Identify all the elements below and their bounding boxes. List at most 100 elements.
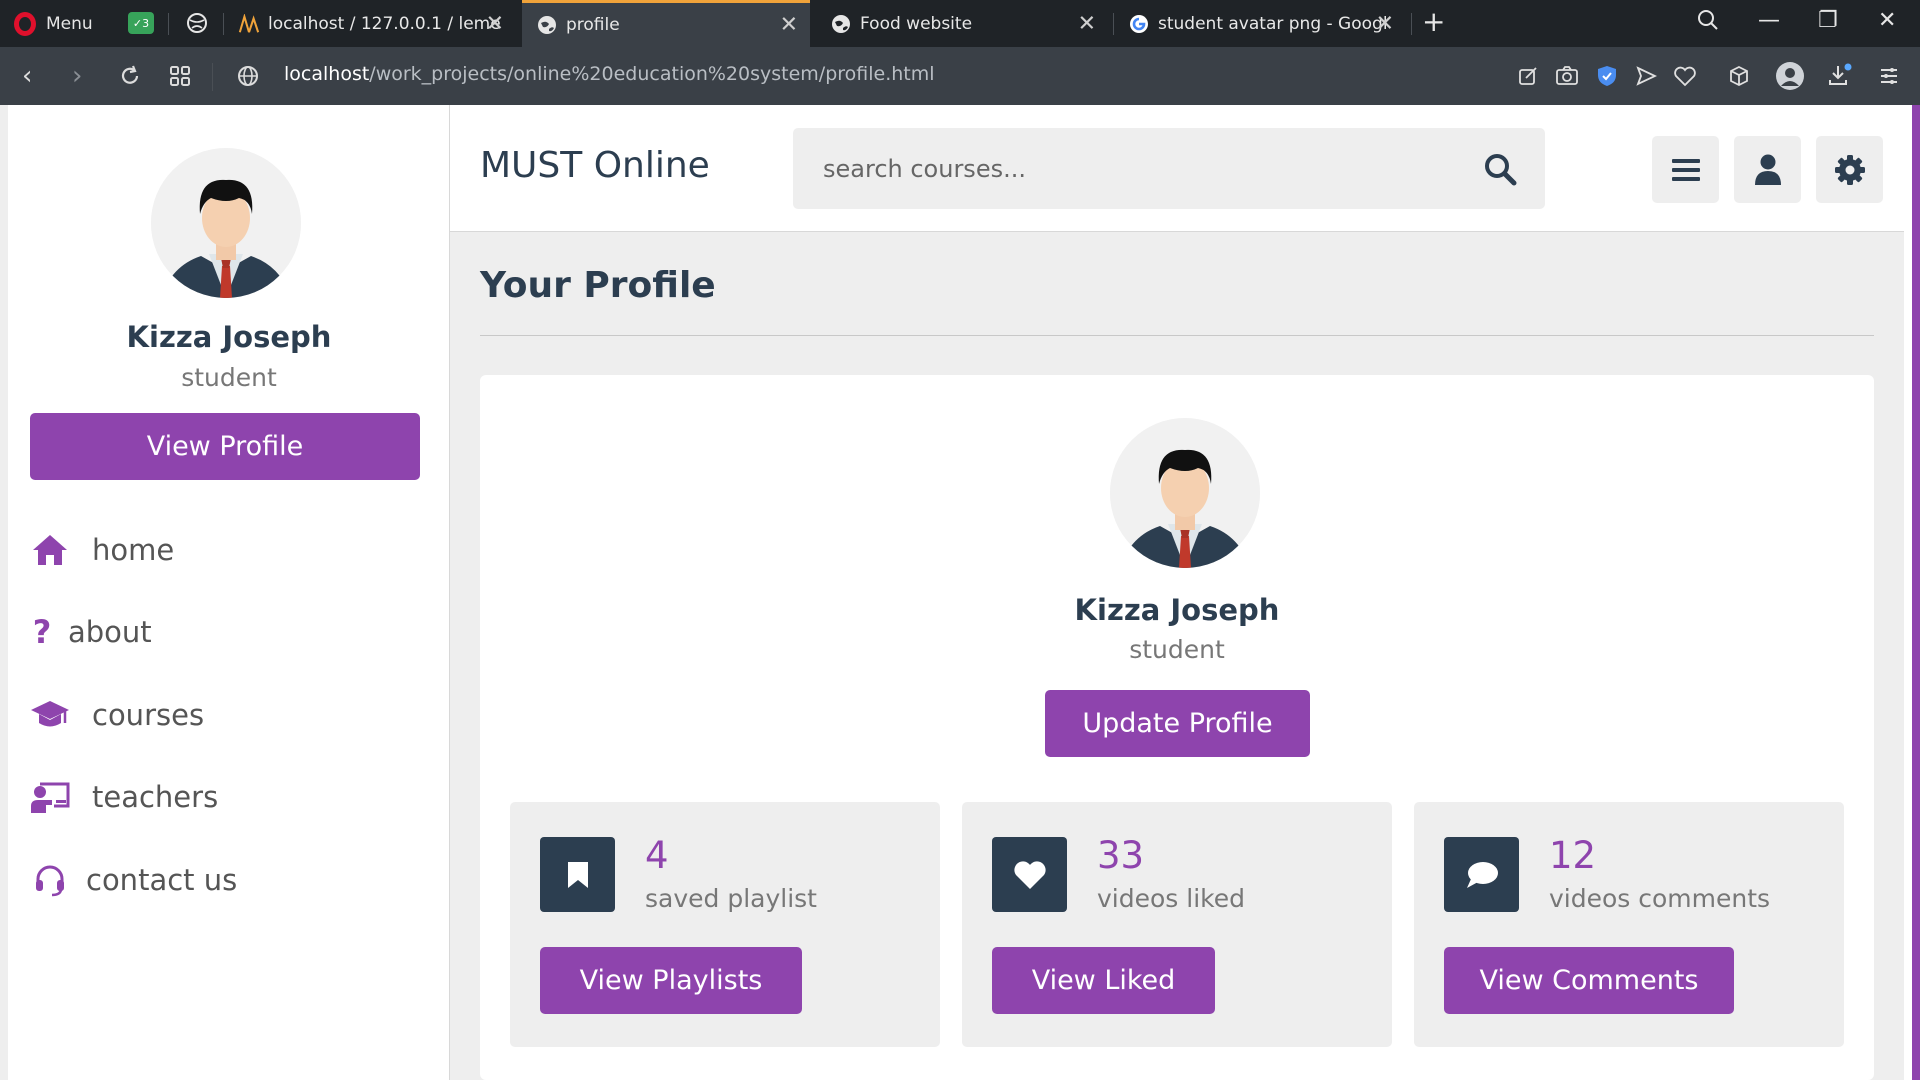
close-tab-icon[interactable]: ✕: [780, 13, 798, 38]
stat-label: videos liked: [1097, 884, 1245, 913]
globe-icon: [536, 14, 558, 36]
view-profile-button[interactable]: View Profile: [30, 413, 420, 480]
sidebar-item-home[interactable]: home: [30, 525, 174, 575]
minimize-icon[interactable]: —: [1758, 8, 1780, 33]
stat-label: videos comments: [1549, 884, 1771, 913]
sidebar-item-label: home: [92, 533, 175, 567]
headset-icon: [30, 860, 70, 900]
url-field[interactable]: localhost/work_projects/online%20educati…: [284, 63, 935, 85]
tab-title: profile: [566, 15, 620, 35]
question-icon: ?: [32, 613, 52, 651]
profile-role: student: [1129, 635, 1225, 664]
user-button[interactable]: [1734, 136, 1801, 203]
site-info-globe-icon[interactable]: [236, 64, 260, 95]
chalkboard-teacher-icon: [30, 777, 70, 817]
stat-label: saved playlist: [645, 884, 817, 913]
stat-count: 4: [645, 834, 669, 877]
page-scrollbar[interactable]: [1904, 105, 1920, 1080]
browser-tab-bar: Menu ✓3 localhost / 127.0.0.1 / leme ✕ p…: [0, 0, 1920, 47]
forward-icon[interactable]: ›: [72, 61, 82, 91]
url-host: localhost: [284, 63, 370, 85]
comment-icon: [1444, 837, 1519, 912]
bookmark-icon: [540, 837, 615, 912]
stat-count: 33: [1097, 834, 1145, 877]
view-liked-button[interactable]: View Liked: [992, 947, 1215, 1014]
graduation-cap-icon: [30, 695, 70, 735]
tab-phpmyadmin[interactable]: localhost / 127.0.0.1 / leme ✕: [224, 0, 516, 47]
box-icon[interactable]: [1726, 63, 1752, 89]
sidebar-item-about[interactable]: ? about: [30, 607, 152, 657]
sidebar-item-teachers[interactable]: teachers: [30, 772, 218, 822]
opera-logo-icon: [14, 12, 36, 36]
stat-box-comments: 12 videos comments View Comments: [1414, 802, 1844, 1047]
back-icon[interactable]: ‹: [22, 61, 32, 91]
heart-icon: [992, 837, 1067, 912]
site-header: MUST Online: [450, 105, 1904, 232]
avatar: [151, 148, 301, 298]
sidebar-item-label: teachers: [92, 780, 219, 814]
restore-icon[interactable]: ❐: [1818, 8, 1838, 33]
sidebar-item-label: courses: [92, 698, 205, 732]
account-avatar-icon[interactable]: [1775, 61, 1805, 91]
sidebar: Kizza Joseph student View Profile home ?…: [8, 105, 450, 1080]
extension-icon[interactable]: ✓3: [128, 12, 154, 34]
tab-title: Food website: [860, 13, 973, 34]
tab-food-website[interactable]: Food website ✕: [816, 0, 1108, 47]
globe-icon: [830, 13, 852, 35]
settings-button[interactable]: [1816, 136, 1883, 203]
sidebar-user-role: student: [181, 363, 277, 392]
shield-icon[interactable]: [1594, 63, 1620, 89]
reload-icon[interactable]: [118, 64, 142, 95]
stat-box-liked: 33 videos liked View Liked: [962, 802, 1392, 1047]
update-profile-button[interactable]: Update Profile: [1045, 690, 1310, 757]
search-form: [793, 128, 1545, 209]
hamburger-icon: [1671, 158, 1700, 181]
sidebar-item-label: contact us: [86, 863, 238, 897]
search-icon[interactable]: [1483, 152, 1517, 186]
profile-card: Kizza Joseph student Update Profile 4 sa…: [480, 375, 1874, 1080]
site-logo[interactable]: MUST Online: [480, 145, 710, 186]
home-icon: [30, 530, 70, 570]
browser-menu-button[interactable]: Menu: [14, 10, 93, 38]
profile-name: Kizza Joseph: [1074, 593, 1280, 627]
page-content: Kizza Joseph student View Profile home ?…: [8, 105, 1904, 1080]
url-path: /work_projects/online%20education%20syst…: [369, 63, 935, 85]
search-tabs-icon[interactable]: [1696, 8, 1720, 38]
speed-dial-icon[interactable]: [168, 64, 192, 95]
browser-address-bar: ‹ › localhost/work_projects/online%20edu…: [0, 47, 1920, 105]
download-icon[interactable]: [1826, 63, 1852, 89]
tab-title: student avatar png - Googl: [1158, 13, 1388, 34]
menu-toggle-button[interactable]: [1652, 136, 1719, 203]
snap-edit-icon[interactable]: [1515, 63, 1541, 89]
close-tab-icon[interactable]: ✕: [486, 11, 504, 36]
close-window-icon[interactable]: ✕: [1878, 8, 1896, 33]
close-tab-icon[interactable]: ✕: [1376, 11, 1394, 36]
google-icon: [1128, 13, 1150, 35]
new-tab-icon[interactable]: +: [1422, 5, 1445, 38]
stat-count: 12: [1549, 834, 1597, 877]
camera-icon[interactable]: [1554, 63, 1580, 89]
sidebar-item-label: about: [68, 615, 152, 649]
stat-box-playlists: 4 saved playlist View Playlists: [510, 802, 940, 1047]
user-icon: [1754, 154, 1781, 185]
avatar: [1110, 418, 1260, 568]
search-input[interactable]: [823, 128, 1463, 209]
tab-google-search[interactable]: student avatar png - Googl ✕: [1114, 0, 1406, 47]
tab-profile[interactable]: profile ✕: [522, 0, 810, 47]
sidebar-item-courses[interactable]: courses: [30, 690, 204, 740]
browser-menu-label: Menu: [46, 14, 93, 34]
view-comments-button[interactable]: View Comments: [1444, 947, 1734, 1014]
easy-setup-icon[interactable]: [1876, 63, 1902, 89]
sidebar-user-name: Kizza Joseph: [126, 320, 332, 354]
heart-icon[interactable]: [1672, 63, 1698, 89]
send-icon[interactable]: [1633, 63, 1659, 89]
page-title: Your Profile: [480, 265, 716, 306]
sidebar-item-contact-us[interactable]: contact us: [30, 855, 237, 905]
globe-icon[interactable]: [184, 12, 210, 34]
phpmyadmin-icon: [238, 13, 260, 35]
close-tab-icon[interactable]: ✕: [1078, 11, 1096, 36]
view-playlists-button[interactable]: View Playlists: [540, 947, 802, 1014]
tab-title: localhost / 127.0.0.1 / leme: [268, 13, 501, 34]
divider: [480, 335, 1874, 336]
gear-icon: [1834, 154, 1865, 185]
